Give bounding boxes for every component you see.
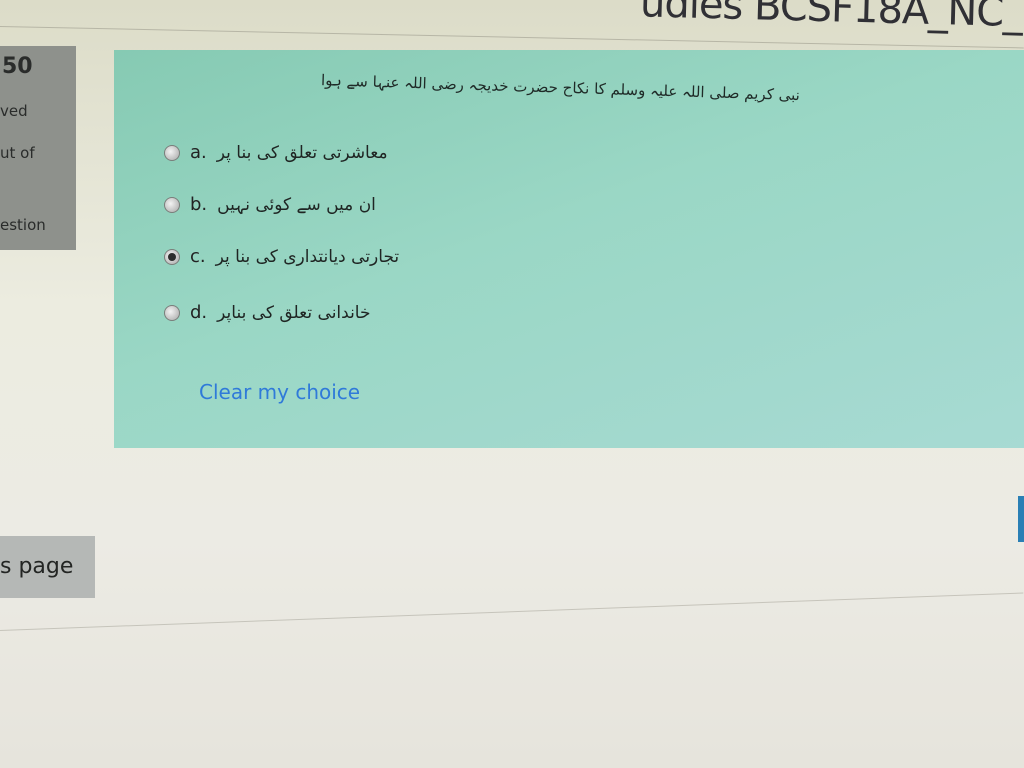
question-status: ved [0, 102, 28, 120]
next-button-edge[interactable] [1018, 496, 1024, 542]
answer-option-d[interactable]: d. خاندانی تعلق کی بناپر [164, 302, 371, 323]
question-marks: ut of [0, 144, 35, 162]
option-text: معاشرتی تعلق کی بنا پر [216, 142, 388, 163]
option-text: ان میں سے کوئی نہیں [217, 195, 376, 215]
question-card: نبی کریم صلی اللہ علیہ وسلم کا نکاح حضرت… [114, 50, 1024, 448]
radio-button-a[interactable] [164, 144, 180, 161]
option-text: خاندانی تعلق کی بناپر [217, 302, 371, 323]
question-info-panel: 50 ved ut of estion [0, 46, 76, 250]
option-letter: b. [190, 194, 208, 215]
page-title: udies BCSF18A_NC_ISP [639, 0, 1024, 38]
option-text: تجارتی دیانتداری کی بنا پر [215, 246, 400, 267]
question-number: 50 [2, 54, 33, 79]
flag-question-link[interactable]: estion [0, 216, 46, 234]
option-letter: c. [190, 246, 206, 267]
answer-option-a[interactable]: a. معاشرتی تعلق کی بنا پر [164, 142, 388, 163]
clear-choice-link[interactable]: Clear my choice [199, 380, 360, 404]
answer-option-b[interactable]: b. ان میں سے کوئی نہیں [164, 194, 376, 215]
footer-divider [0, 592, 1024, 631]
previous-page-button[interactable]: s page [0, 536, 95, 598]
option-letter: d. [190, 302, 208, 323]
radio-button-d[interactable] [164, 304, 180, 321]
radio-button-c[interactable] [164, 248, 180, 265]
answer-option-c[interactable]: c. تجارتی دیانتداری کی بنا پر [164, 246, 399, 267]
option-letter: a. [190, 142, 207, 163]
radio-button-b[interactable] [164, 196, 180, 213]
question-text: نبی کریم صلی اللہ علیہ وسلم کا نکاح حضرت… [320, 71, 801, 105]
